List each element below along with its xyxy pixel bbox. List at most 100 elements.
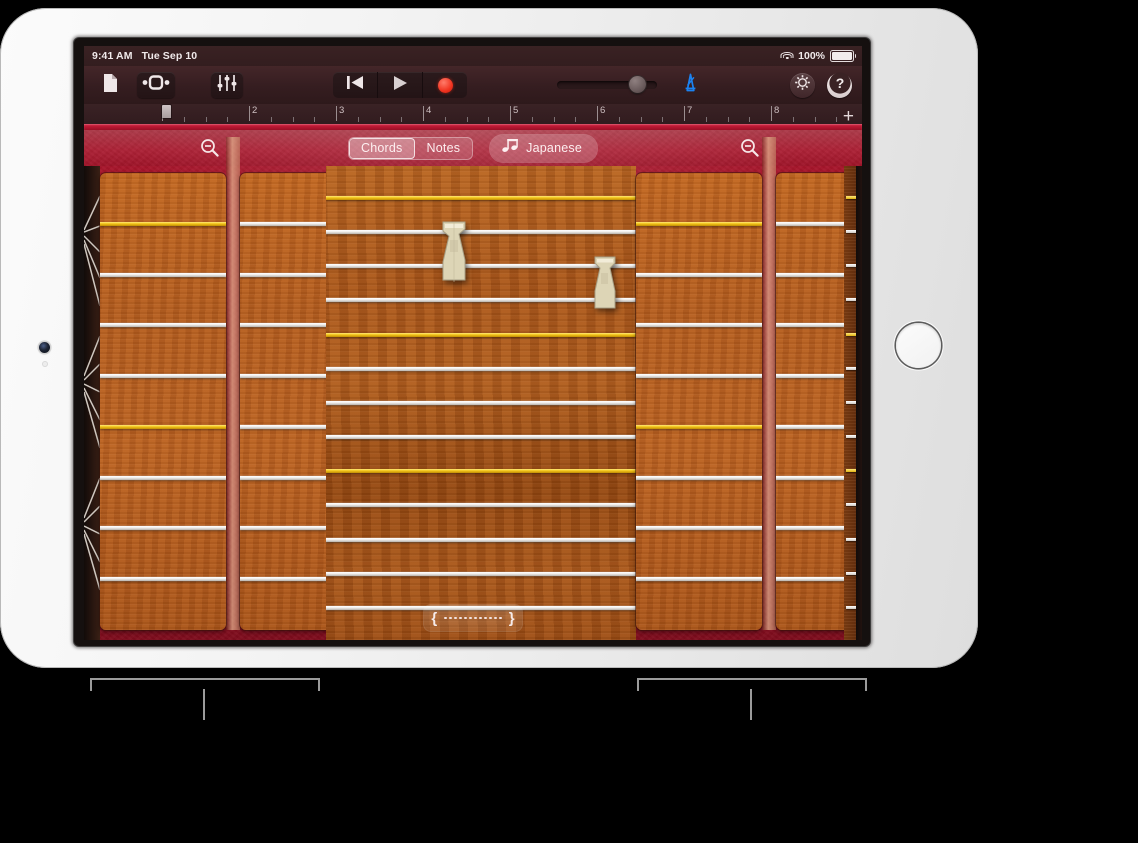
koto-string-gold[interactable] bbox=[326, 332, 636, 337]
master-volume-slider[interactable] bbox=[557, 76, 657, 93]
chord-string[interactable] bbox=[636, 577, 762, 582]
chord-string-gold[interactable] bbox=[100, 424, 226, 429]
zoom-out-left-button[interactable] bbox=[199, 137, 221, 159]
koto-string[interactable] bbox=[326, 571, 636, 576]
ruler-bar-line bbox=[771, 106, 772, 121]
handle-dots-icon bbox=[444, 616, 502, 620]
ruler-bar-number: 8 bbox=[774, 105, 780, 116]
ruler-tick bbox=[662, 117, 664, 122]
rewind-button[interactable] bbox=[333, 72, 377, 98]
koto-string[interactable] bbox=[326, 366, 636, 371]
koto-string-gold[interactable] bbox=[326, 196, 636, 200]
chord-string-gold[interactable] bbox=[636, 424, 762, 429]
handle-dot bbox=[459, 616, 462, 620]
play-icon bbox=[393, 75, 408, 96]
status-bar-left: 9:41 AM Tue Sep 10 bbox=[92, 50, 197, 62]
volume-track[interactable] bbox=[557, 76, 657, 93]
status-bar-right: 100% bbox=[780, 50, 857, 62]
help-button[interactable]: ? bbox=[827, 71, 852, 98]
scale-button-label: Japanese bbox=[526, 140, 582, 155]
ambient-light-sensor-icon bbox=[42, 361, 48, 367]
ruler-bar-line bbox=[510, 106, 511, 121]
home-button[interactable] bbox=[896, 323, 941, 368]
instrument-control-bar: Chords Notes Japanese bbox=[84, 130, 862, 166]
track-view-icon bbox=[142, 75, 170, 95]
ruler-tick bbox=[270, 117, 272, 122]
mixer-faders-icon bbox=[217, 74, 237, 97]
chord-string[interactable] bbox=[100, 577, 226, 582]
chord-string[interactable] bbox=[636, 374, 762, 379]
handle-dot bbox=[484, 616, 487, 620]
ruler-bar-number: 5 bbox=[513, 105, 519, 116]
chord-string[interactable] bbox=[636, 475, 762, 480]
koto-bridge-1[interactable] bbox=[439, 220, 469, 287]
koto-string-area[interactable] bbox=[326, 166, 636, 640]
scale-button[interactable]: Japanese bbox=[490, 134, 597, 162]
koto-string[interactable] bbox=[326, 298, 636, 303]
chord-string[interactable] bbox=[100, 526, 226, 531]
rewind-icon bbox=[346, 75, 364, 95]
chord-string[interactable] bbox=[100, 272, 226, 277]
koto-string[interactable] bbox=[326, 435, 636, 440]
handle-dot bbox=[449, 616, 452, 620]
chords-notes-segmented-control[interactable]: Chords Notes bbox=[349, 137, 473, 159]
play-button[interactable] bbox=[377, 72, 422, 98]
instrument-resize-handle[interactable]: { } bbox=[424, 605, 522, 631]
handle-dot bbox=[479, 616, 482, 620]
handle-dot bbox=[454, 616, 457, 620]
ruler-tick bbox=[444, 117, 446, 122]
koto-bridge-2[interactable] bbox=[592, 255, 618, 315]
chord-string[interactable] bbox=[636, 526, 762, 531]
callout-leader-line bbox=[203, 689, 205, 720]
record-icon bbox=[437, 77, 453, 93]
ruler-tick bbox=[836, 117, 838, 122]
ruler-tick bbox=[749, 117, 751, 122]
ruler-tick bbox=[705, 117, 707, 122]
settings-button[interactable] bbox=[790, 72, 815, 98]
wifi-icon bbox=[780, 51, 794, 61]
ruler-bar-number: 3 bbox=[339, 105, 345, 116]
zoom-out-right-button[interactable] bbox=[739, 137, 761, 159]
chord-string[interactable] bbox=[100, 323, 226, 328]
ruler-tick bbox=[183, 117, 185, 122]
mixer-button[interactable] bbox=[211, 72, 243, 98]
koto-string[interactable] bbox=[326, 503, 636, 508]
left-chord-column-1[interactable] bbox=[100, 166, 226, 640]
metronome-icon bbox=[681, 73, 700, 96]
koto-string[interactable] bbox=[326, 264, 636, 269]
koto-body[interactable] bbox=[326, 166, 636, 640]
column-divider-2 bbox=[762, 137, 776, 630]
chord-panel[interactable] bbox=[636, 173, 762, 630]
ruler-bar-number: 2 bbox=[252, 105, 258, 116]
ruler-tick bbox=[379, 117, 381, 122]
chord-string-gold[interactable] bbox=[100, 221, 226, 226]
ruler-bar-number: 7 bbox=[687, 105, 693, 116]
koto-string[interactable] bbox=[326, 537, 636, 542]
ipad-screen: 9:41 AM Tue Sep 10 100% ? 2 3 4 5 6 7 8 … bbox=[84, 46, 862, 640]
koto-string[interactable] bbox=[326, 230, 636, 235]
brace-left-icon: { bbox=[431, 609, 438, 627]
chord-string[interactable] bbox=[100, 475, 226, 480]
record-button[interactable] bbox=[422, 72, 467, 98]
ruler-bar-line bbox=[597, 106, 598, 121]
ruler-bar-line bbox=[423, 106, 424, 121]
koto-string-gold[interactable] bbox=[326, 469, 636, 474]
double-eighth-note-icon bbox=[502, 138, 519, 158]
chord-string-gold[interactable] bbox=[636, 221, 762, 226]
metronome-button[interactable] bbox=[681, 73, 700, 97]
chord-string[interactable] bbox=[636, 323, 762, 328]
my-songs-button[interactable] bbox=[95, 72, 125, 98]
chord-panel[interactable] bbox=[100, 173, 226, 630]
segment-chords[interactable]: Chords bbox=[349, 137, 415, 159]
chord-string[interactable] bbox=[100, 374, 226, 379]
right-chord-column-1[interactable] bbox=[636, 166, 762, 640]
chord-string[interactable] bbox=[636, 272, 762, 277]
status-time: 9:41 AM bbox=[92, 50, 133, 62]
volume-knob[interactable] bbox=[629, 76, 646, 93]
koto-string[interactable] bbox=[326, 400, 636, 405]
add-section-button[interactable]: + bbox=[843, 107, 854, 126]
track-view-button[interactable] bbox=[137, 72, 175, 98]
main-toolbar: ? bbox=[84, 66, 862, 105]
segment-notes[interactable]: Notes bbox=[415, 138, 473, 159]
ruler-tick bbox=[466, 117, 468, 122]
